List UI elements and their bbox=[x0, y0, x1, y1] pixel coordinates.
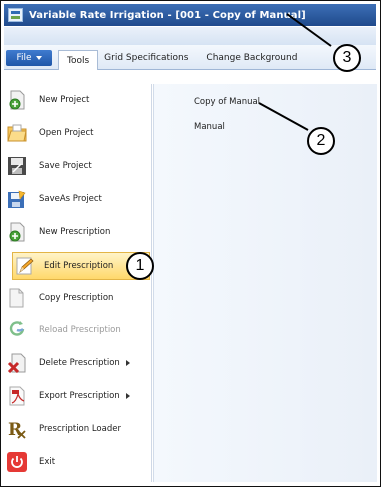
callout-3: 3 bbox=[333, 44, 361, 72]
callout-number: 3 bbox=[342, 49, 352, 66]
prescription-item[interactable]: Copy of Manual bbox=[194, 97, 260, 107]
menu-item-label: Open Project bbox=[39, 128, 94, 138]
screenshot-frame: Variable Rate Irrigation - [001 - Copy o… bbox=[0, 0, 381, 487]
menu-item-open-project[interactable]: Open Project bbox=[7, 118, 147, 148]
tab-change-background[interactable]: Change Background bbox=[196, 49, 305, 67]
ribbon-header bbox=[4, 27, 376, 46]
new-project-icon bbox=[7, 90, 27, 110]
tab-change-background-label: Change Background bbox=[206, 53, 298, 63]
menu-item-label: New Prescription bbox=[39, 227, 111, 237]
tab-tools[interactable]: Tools bbox=[58, 50, 99, 70]
menu-item-export-prescription[interactable]: Export Prescription bbox=[7, 381, 147, 411]
menu-item-copy-prescription[interactable]: Copy Prescription bbox=[7, 283, 147, 313]
save-icon bbox=[7, 156, 27, 176]
edit-pencil-icon bbox=[15, 256, 35, 276]
callout-1: 1 bbox=[126, 252, 154, 280]
menu-item-saveas-project[interactable]: SaveAs Project bbox=[7, 184, 147, 214]
file-menu-label: File bbox=[16, 53, 32, 63]
menu-item-prescription-loader[interactable]: R Prescription Loader bbox=[7, 414, 147, 444]
menu-item-label: Edit Prescription bbox=[44, 261, 114, 271]
tab-grid-specifications-label: Grid Specifications bbox=[104, 53, 189, 63]
menu-bar: File Tools Grid Specifications Change Ba… bbox=[4, 45, 376, 70]
menu-item-save-project[interactable]: Save Project bbox=[7, 151, 147, 181]
rx-icon: R bbox=[7, 419, 27, 440]
menu-item-delete-prescription[interactable]: Delete Prescription bbox=[7, 348, 147, 378]
menu-item-label: Prescription Loader bbox=[39, 424, 121, 434]
submenu-arrow-icon bbox=[125, 393, 130, 399]
window-title: Variable Rate Irrigation - [001 - Copy o… bbox=[29, 9, 306, 21]
tab-grid-specifications[interactable]: Grid Specifications bbox=[98, 49, 196, 67]
callout-number: 1 bbox=[135, 257, 145, 274]
menu-item-new-prescription[interactable]: New Prescription bbox=[7, 217, 147, 247]
power-icon bbox=[7, 452, 27, 472]
menu-item-label: Copy Prescription bbox=[39, 293, 114, 303]
open-folder-icon bbox=[7, 123, 27, 143]
reload-icon bbox=[7, 320, 27, 340]
export-pdf-icon bbox=[7, 386, 27, 406]
menu-item-label: New Project bbox=[39, 95, 90, 105]
pane-divider bbox=[151, 84, 152, 482]
new-prescription-icon bbox=[7, 222, 27, 242]
menu-item-label: Export Prescription bbox=[39, 391, 120, 401]
menu-item-label: Reload Prescription bbox=[39, 325, 121, 335]
menu-item-exit[interactable]: Exit bbox=[7, 447, 147, 477]
chevron-down-icon bbox=[35, 56, 42, 60]
title-bar: Variable Rate Irrigation - [001 - Copy o… bbox=[4, 4, 376, 26]
menu-item-new-project[interactable]: New Project bbox=[7, 85, 147, 115]
prescription-item[interactable]: Manual bbox=[194, 122, 225, 132]
callout-2: 2 bbox=[307, 127, 335, 155]
copy-icon bbox=[7, 288, 27, 308]
tab-tools-label: Tools bbox=[67, 55, 90, 66]
file-menu-button[interactable]: File bbox=[6, 50, 52, 66]
prescription-list-pane bbox=[153, 84, 377, 482]
delete-icon bbox=[7, 353, 27, 374]
submenu-arrow-icon bbox=[125, 360, 130, 366]
menu-item-label: Delete Prescription bbox=[39, 358, 120, 368]
callout-number: 2 bbox=[316, 132, 326, 149]
menu-item-label: Exit bbox=[39, 457, 56, 467]
menu-item-reload-prescription[interactable]: Reload Prescription bbox=[7, 315, 147, 345]
app-icon bbox=[8, 8, 23, 22]
save-as-icon bbox=[7, 189, 27, 209]
menu-item-label: SaveAs Project bbox=[39, 194, 102, 204]
menu-item-label: Save Project bbox=[39, 161, 92, 171]
